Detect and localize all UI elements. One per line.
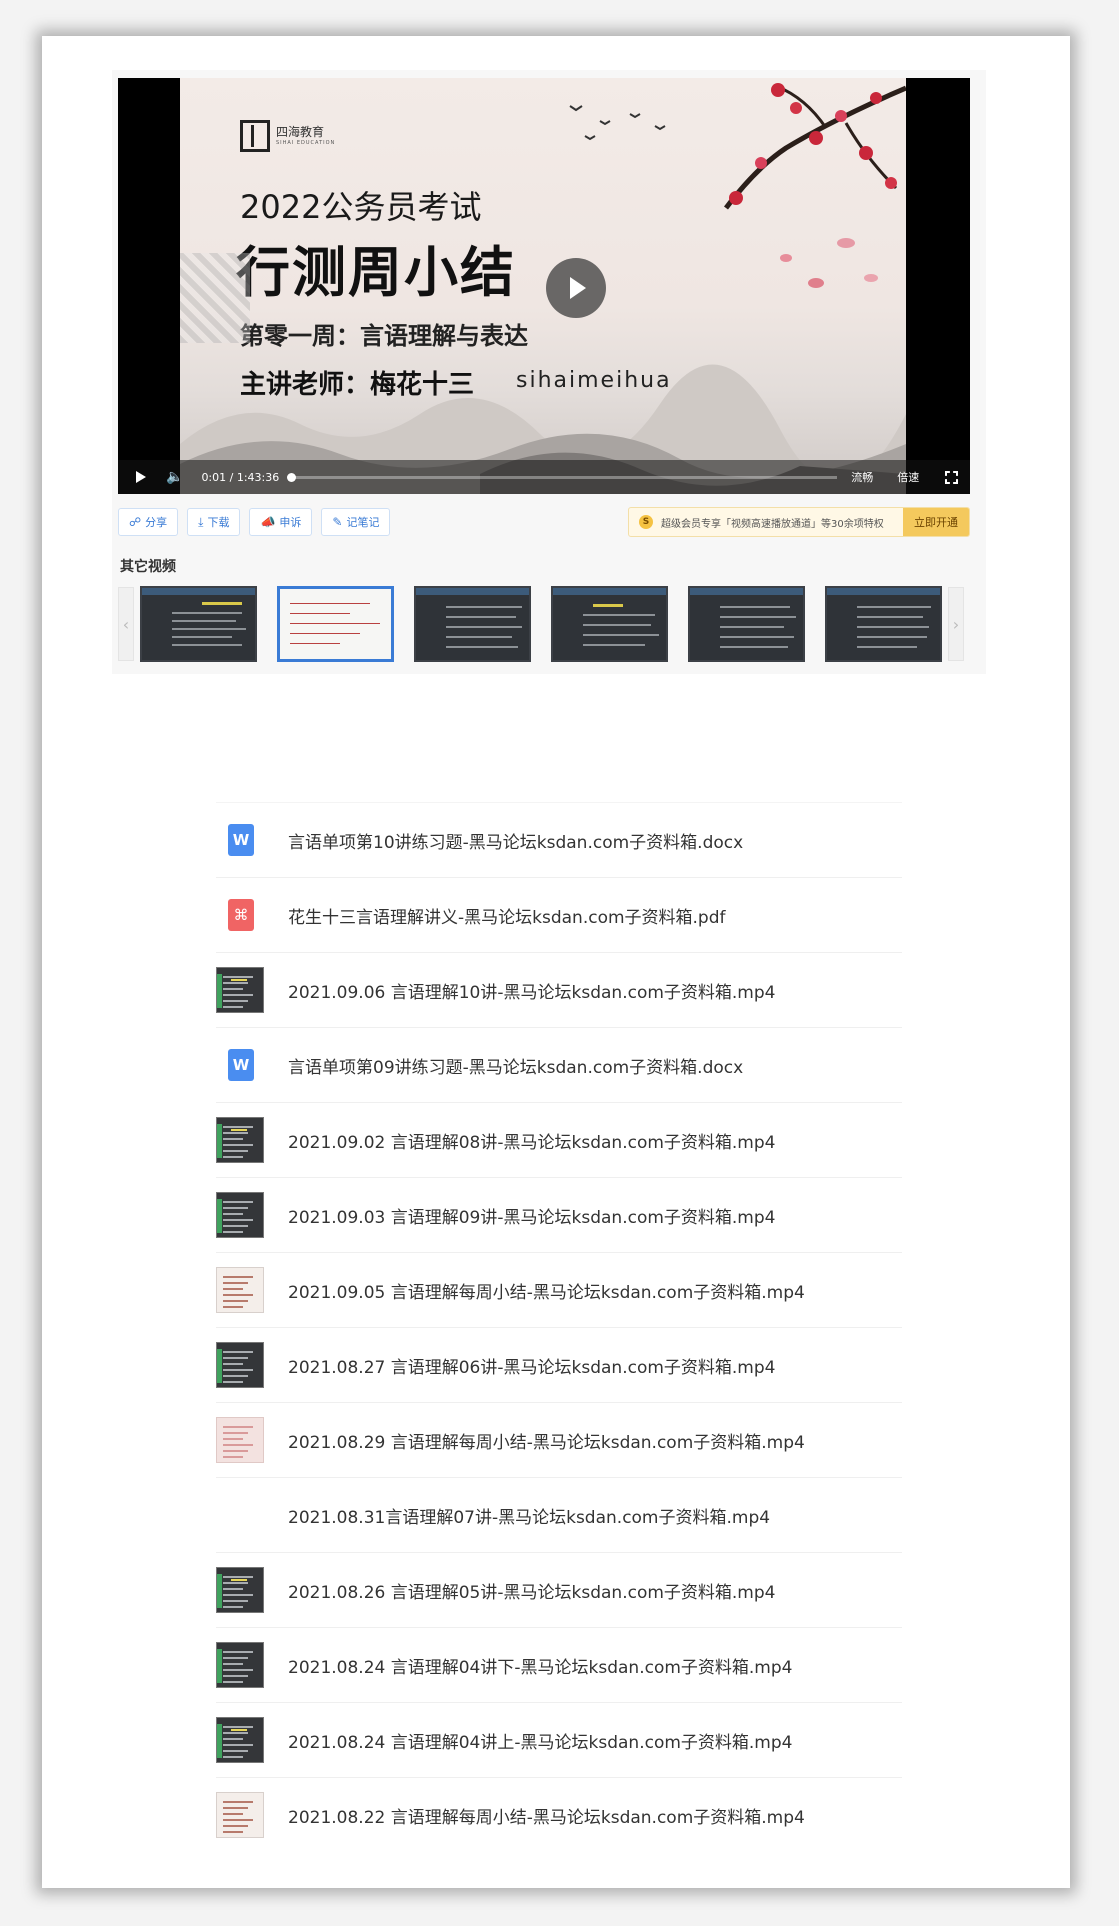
file-name: 2021.09.05 言语理解每周小结-黑马论坛ksdan.com子资料箱.mp… xyxy=(288,1282,805,1303)
video-thumbnail-active[interactable] xyxy=(277,586,394,662)
video-thumbnail-icon xyxy=(216,1417,264,1463)
play-icon[interactable] xyxy=(136,471,146,483)
video-thumbnail-icon xyxy=(216,1342,264,1388)
megaphone-icon: 📣 xyxy=(260,515,276,529)
other-videos-heading: 其它视频 xyxy=(120,559,176,575)
file-row[interactable]: 2021.08.27 言语理解06讲-黑马论坛ksdan.com子资料箱.mp4 xyxy=(216,1327,902,1402)
file-row[interactable]: 2021.08.24 言语理解04讲下-黑马论坛ksdan.com子资料箱.mp… xyxy=(216,1627,902,1702)
file-name: 2021.08.29 言语理解每周小结-黑马论坛ksdan.com子资料箱.mp… xyxy=(288,1432,805,1453)
poster-teacher-line: 主讲老师：梅花十三 xyxy=(240,370,475,400)
video-thumbnail-icon xyxy=(216,1642,264,1688)
file-list: W 言语单项第10讲练习题-黑马论坛ksdan.com子资料箱.docx ⌘ 花生十三… xyxy=(216,802,902,1852)
file-name: 2021.08.26 言语理解05讲-黑马论坛ksdan.com子资料箱.mp4 xyxy=(288,1582,776,1603)
download-button[interactable]: ⤓ 下载 xyxy=(187,508,241,536)
brand-logo-icon xyxy=(240,120,270,152)
video-thumbnail[interactable] xyxy=(551,586,668,662)
video-thumbnail-icon xyxy=(216,1792,264,1838)
video-player[interactable]: 四海教育 SIHAI EDUCATION 2022公务员考试 行测周小结 第零一… xyxy=(118,78,970,494)
file-row[interactable]: 2021.09.05 言语理解每周小结-黑马论坛ksdan.com子资料箱.mp… xyxy=(216,1252,902,1327)
vip-text: 超级会员专享「视频高速播放通道」等30余项特权 xyxy=(661,518,884,530)
file-row[interactable]: 2021.08.24 言语理解04讲上-黑马论坛ksdan.com子资料箱.mp… xyxy=(216,1702,902,1777)
chevron-left-icon[interactable]: ‹ xyxy=(118,587,134,661)
fullscreen-icon[interactable] xyxy=(945,470,959,484)
video-thumbnail[interactable] xyxy=(414,586,531,662)
poster-title: 行测周小结 xyxy=(236,241,516,304)
report-button[interactable]: 📣 申诉 xyxy=(249,508,313,536)
player-controls: 🔈 0:01 / 1:43:36 流畅 倍速 xyxy=(118,460,970,494)
share-icon: ☍ xyxy=(129,515,142,529)
file-row[interactable]: W 言语单项第10讲练习题-黑马论坛ksdan.com子资料箱.docx xyxy=(216,802,902,877)
vip-activate-button[interactable]: 立即开通 xyxy=(903,508,969,536)
poster-pinyin: sihaimeihua xyxy=(516,368,672,393)
video-thumbnail-icon xyxy=(216,1267,264,1313)
poster-year-line: 2022公务员考试 xyxy=(240,188,482,226)
progress-knob[interactable] xyxy=(287,472,297,482)
video-thumbnail-icon xyxy=(216,1117,264,1163)
video-thumbnail[interactable] xyxy=(140,586,257,662)
video-toolbar: ☍ 分享 ⤓ 下载 📣 申诉 ✎ 记笔记 S 超级会员专享「视频高速播放通道」等… xyxy=(118,506,970,538)
word-doc-icon: W xyxy=(228,1049,254,1081)
big-play-button[interactable] xyxy=(546,258,606,318)
report-label: 申诉 xyxy=(279,516,302,529)
file-row[interactable]: 2021.09.03 言语理解09讲-黑马论坛ksdan.com子资料箱.mp4 xyxy=(216,1177,902,1252)
page-sheet: 四海教育 SIHAI EDUCATION 2022公务员考试 行测周小结 第零一… xyxy=(42,36,1070,1888)
file-row[interactable]: 2021.08.26 言语理解05讲-黑马论坛ksdan.com子资料箱.mp4 xyxy=(216,1552,902,1627)
notes-button[interactable]: ✎ 记笔记 xyxy=(321,508,391,536)
file-name: 言语单项第09讲练习题-黑马论坛ksdan.com子资料箱.docx xyxy=(288,1057,744,1078)
file-row[interactable]: 2021.09.02 言语理解08讲-黑马论坛ksdan.com子资料箱.mp4 xyxy=(216,1102,902,1177)
time-display: 0:01 / 1:43:36 xyxy=(201,470,280,484)
file-name: 2021.08.24 言语理解04讲下-黑马论坛ksdan.com子资料箱.mp… xyxy=(288,1657,793,1678)
vip-banner: S 超级会员专享「视频高速播放通道」等30余项特权 立即开通 xyxy=(628,507,970,537)
blurred-watermark xyxy=(180,253,250,343)
birds-illustration xyxy=(569,105,666,141)
speed-button[interactable]: 倍速 xyxy=(897,469,919,485)
word-doc-icon: W xyxy=(228,824,254,856)
volume-icon[interactable]: 🔈 xyxy=(166,469,183,485)
video-thumbnail-icon xyxy=(216,1192,264,1238)
other-videos-strip: ‹ › xyxy=(118,584,970,664)
file-row[interactable]: 2021.09.06 言语理解10讲-黑马论坛ksdan.com子资料箱.mp4 xyxy=(216,952,902,1027)
file-row[interactable]: 2021.08.22 言语理解每周小结-黑马论坛ksdan.com子资料箱.mp… xyxy=(216,1777,902,1852)
video-thumbnail[interactable] xyxy=(825,586,942,662)
brand-logo: 四海教育 SIHAI EDUCATION xyxy=(240,120,335,152)
chevron-right-icon[interactable]: › xyxy=(948,587,964,661)
file-name: 2021.08.24 言语理解04讲上-黑马论坛ksdan.com子资料箱.mp… xyxy=(288,1732,793,1753)
thumbnail-list xyxy=(140,586,942,662)
file-name: 2021.08.22 言语理解每周小结-黑马论坛ksdan.com子资料箱.mp… xyxy=(288,1807,805,1828)
brand-name: 四海教育 xyxy=(276,125,325,140)
video-thumbnail-icon xyxy=(216,1717,264,1763)
file-name: 2021.09.06 言语理解10讲-黑马论坛ksdan.com子资料箱.mp4 xyxy=(288,982,776,1003)
file-name: 2021.09.02 言语理解08讲-黑马论坛ksdan.com子资料箱.mp4 xyxy=(288,1132,776,1153)
video-panel: 四海教育 SIHAI EDUCATION 2022公务员考试 行测周小结 第零一… xyxy=(112,70,986,674)
download-label: 下载 xyxy=(207,516,230,529)
plum-blossom-branch xyxy=(724,83,906,288)
pdf-icon: ⌘ xyxy=(228,899,254,931)
file-name: 2021.08.27 言语理解06讲-黑马论坛ksdan.com子资料箱.mp4 xyxy=(288,1357,776,1378)
quality-button[interactable]: 流畅 xyxy=(851,469,873,485)
file-row[interactable]: 2021.08.31言语理解07讲-黑马论坛ksdan.com子资料箱.mp4 xyxy=(216,1477,902,1552)
file-row[interactable]: ⌘ 花生十三言语理解讲义-黑马论坛ksdan.com子资料箱.pdf xyxy=(216,877,902,952)
notes-label: 记笔记 xyxy=(346,516,380,529)
file-name: 花生十三言语理解讲义-黑马论坛ksdan.com子资料箱.pdf xyxy=(288,907,726,928)
file-name: 言语单项第10讲练习题-黑马论坛ksdan.com子资料箱.docx xyxy=(288,832,744,853)
video-thumbnail[interactable] xyxy=(688,586,805,662)
video-thumbnail-icon xyxy=(216,967,264,1013)
share-label: 分享 xyxy=(145,516,168,529)
video-thumbnail-icon xyxy=(216,1567,264,1613)
file-name: 2021.08.31言语理解07讲-黑马论坛ksdan.com子资料箱.mp4 xyxy=(288,1507,771,1528)
pencil-icon: ✎ xyxy=(332,515,343,529)
video-thumbnail-icon xyxy=(216,1492,264,1538)
share-button[interactable]: ☍ 分享 xyxy=(118,508,179,536)
progress-bar[interactable] xyxy=(287,472,838,482)
vip-badge-icon: S xyxy=(639,515,653,529)
file-row[interactable]: W 言语单项第09讲练习题-黑马论坛ksdan.com子资料箱.docx xyxy=(216,1027,902,1102)
file-row[interactable]: 2021.08.29 言语理解每周小结-黑马论坛ksdan.com子资料箱.mp… xyxy=(216,1402,902,1477)
poster-week-line: 第零一周：言语理解与表达 xyxy=(240,321,528,350)
brand-name-en: SIHAI EDUCATION xyxy=(276,139,336,146)
file-name: 2021.09.03 言语理解09讲-黑马论坛ksdan.com子资料箱.mp4 xyxy=(288,1207,776,1228)
video-poster: 四海教育 SIHAI EDUCATION 2022公务员考试 行测周小结 第零一… xyxy=(180,78,906,494)
download-icon: ⤓ xyxy=(198,514,204,529)
